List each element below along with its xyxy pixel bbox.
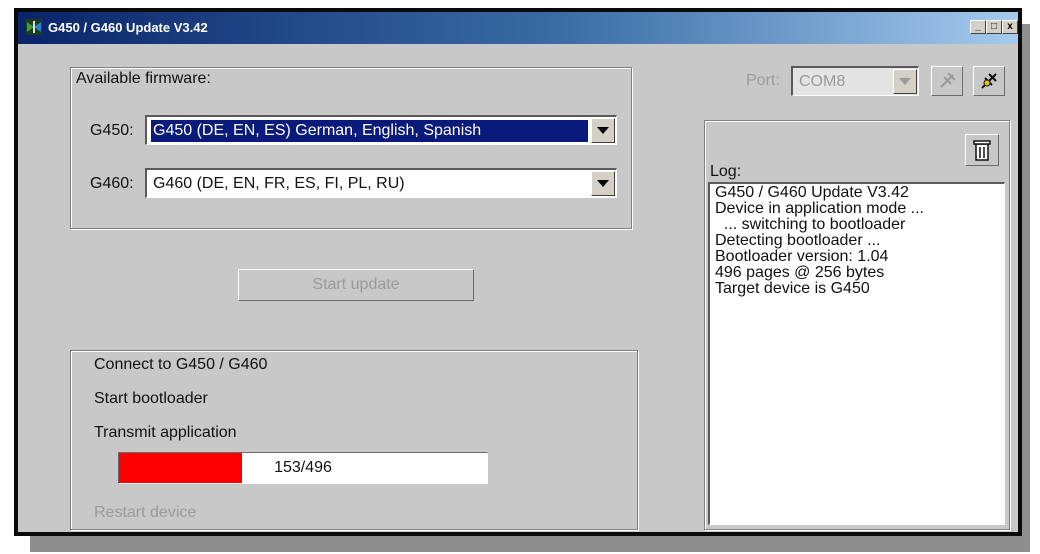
firmware-group bbox=[70, 67, 632, 229]
connect-button[interactable] bbox=[973, 66, 1005, 96]
trash-icon bbox=[973, 140, 991, 161]
title-bar[interactable]: G450 / G460 Update V3.42 _ □ x bbox=[18, 12, 1018, 44]
g450-label: G450: bbox=[90, 122, 134, 139]
log-line: Bootloader version: 1.04 bbox=[715, 248, 889, 265]
close-button[interactable]: x bbox=[1002, 20, 1018, 34]
step-connect: Connect to G450 / G460 bbox=[94, 356, 268, 373]
log-line: ... switching to bootloader bbox=[715, 216, 906, 233]
window-title: G450 / G460 Update V3.42 bbox=[48, 20, 208, 35]
log-label: Log: bbox=[710, 163, 742, 180]
log-textarea[interactable]: G450 / G460 Update V3.42 Device in applic… bbox=[708, 182, 1005, 525]
app-icon bbox=[26, 19, 42, 35]
step-start-bootloader: Start bootloader bbox=[94, 390, 208, 407]
chevron-down-icon[interactable] bbox=[893, 69, 917, 94]
log-line: 496 pages @ 256 bytes bbox=[715, 264, 885, 281]
connect-icon bbox=[981, 73, 997, 89]
g460-firmware-select[interactable]: G460 (DE, EN, FR, ES, FI, PL, RU) bbox=[145, 168, 617, 198]
port-select[interactable]: COM8 bbox=[791, 66, 919, 96]
firmware-group-label: Available firmware: bbox=[76, 70, 211, 87]
progress-text: 153/496 bbox=[274, 459, 332, 476]
port-label: Port: bbox=[746, 72, 780, 89]
log-line: G450 / G460 Update V3.42 bbox=[715, 184, 909, 201]
step-restart-device: Restart device bbox=[94, 504, 197, 521]
g460-label: G460: bbox=[90, 175, 134, 192]
port-value: COM8 bbox=[799, 73, 846, 90]
disconnect-button[interactable] bbox=[931, 66, 963, 96]
log-line: Target device is G450 bbox=[715, 280, 870, 297]
chevron-down-icon[interactable] bbox=[591, 171, 615, 196]
start-update-button[interactable]: Start update bbox=[238, 269, 474, 301]
disconnect-icon bbox=[940, 72, 956, 88]
maximize-button[interactable]: □ bbox=[986, 20, 1002, 34]
app-window: G450 / G460 Update V3.42 _ □ x Available… bbox=[14, 8, 1022, 536]
g460-firmware-value: G460 (DE, EN, FR, ES, FI, PL, RU) bbox=[153, 175, 405, 192]
transmit-progress-bar: 153/496 bbox=[118, 452, 488, 484]
chevron-down-icon[interactable] bbox=[591, 118, 615, 143]
g450-firmware-value: G450 (DE, EN, ES) German, English, Spani… bbox=[151, 120, 588, 142]
clear-log-button[interactable] bbox=[965, 134, 999, 166]
step-transmit-application: Transmit application bbox=[94, 424, 237, 441]
log-line: Device in application mode ... bbox=[715, 200, 924, 217]
g450-firmware-select[interactable]: G450 (DE, EN, ES) German, English, Spani… bbox=[145, 115, 617, 145]
log-line: Detecting bootloader ... bbox=[715, 232, 881, 249]
minimize-button[interactable]: _ bbox=[970, 20, 986, 34]
